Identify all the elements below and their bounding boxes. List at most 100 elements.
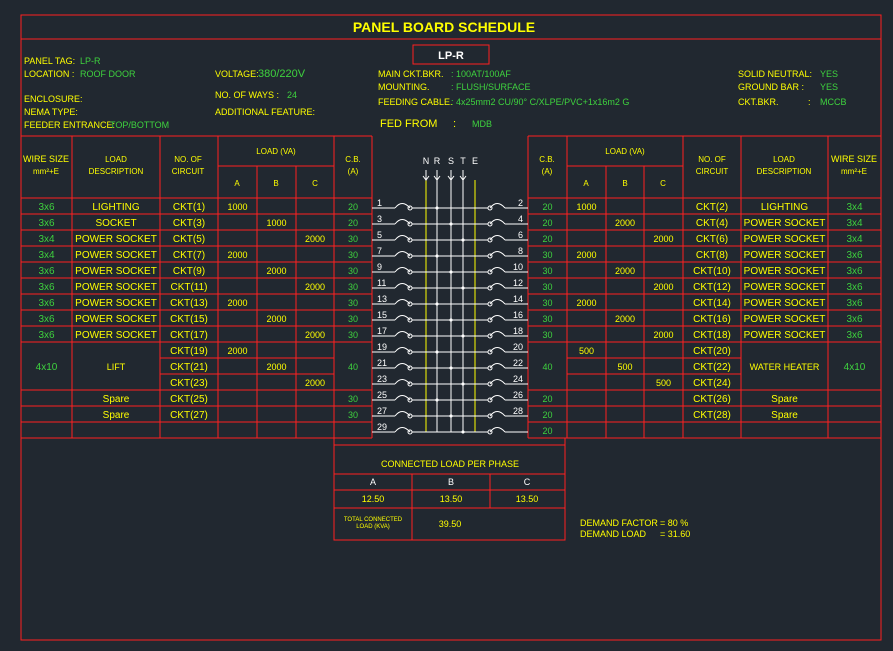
- left-wire-cell: 3x4: [38, 234, 55, 245]
- left-circuit-number: 21: [377, 358, 387, 368]
- right-load-desc-header-1: LOAD: [773, 155, 795, 164]
- right-ckt-cell: CKT(6): [696, 234, 728, 245]
- left-cb-cell: 30: [348, 282, 358, 292]
- right-tap-dot: [435, 254, 439, 258]
- right-tap-dot: [449, 366, 453, 370]
- right-cb-cell: 20: [542, 394, 552, 404]
- left-wire-cell: 3x6: [38, 202, 55, 213]
- right-cb-cell: 20: [542, 218, 552, 228]
- total-connected-value: 39.50: [439, 519, 462, 529]
- right-ckt-cell: CKT(18): [693, 330, 731, 341]
- left-c-cell: 2000: [305, 330, 325, 340]
- voltage-label: VOLTAGE:: [215, 69, 259, 79]
- right-tap-dot: [461, 382, 465, 386]
- right-circuit-number: 26: [513, 390, 523, 400]
- right-cb-cell: 30: [542, 266, 552, 276]
- additional-feature-label: ADDITIONAL FEATURE:: [215, 107, 315, 117]
- left-desc-cell: POWER SOCKET: [75, 282, 157, 293]
- right-desc-cell: POWER SOCKET: [744, 250, 826, 261]
- left-no-of-header-1: NO. OF: [174, 155, 202, 164]
- right-wire-cell: 3x6: [846, 330, 863, 341]
- demand-factor-label: DEMAND FACTOR: [580, 518, 658, 528]
- ground-bar-value: YES: [820, 82, 838, 92]
- right-phase-b-header: B: [622, 179, 627, 188]
- left-ckt-cell: CKT(21): [170, 362, 208, 373]
- left-circuit-number: 3: [377, 214, 382, 224]
- right-b-cell: 2000: [615, 218, 635, 228]
- right-tap-dot: [449, 270, 453, 274]
- feeding-cable-label: FEEDING CABLE.: [378, 97, 453, 107]
- right-wire-cell: 3x4: [846, 218, 863, 229]
- right-circuit-number: 12: [513, 278, 523, 288]
- left-ckt-cell: CKT(23): [170, 378, 208, 389]
- right-circuit-table: 3x4 LIGHTING 20 CKT(2) 1000 3x4 POWER SOCKET 20…: [542, 202, 865, 436]
- right-circuit-number: 28: [513, 406, 523, 416]
- fed-from-label: FED FROM: [380, 118, 437, 130]
- demand-load-value: = 31.60: [660, 529, 690, 539]
- right-cb-cell: 20: [542, 426, 552, 436]
- right-a-cell: 1000: [576, 202, 596, 212]
- left-desc-cell: POWER SOCKET: [75, 330, 157, 341]
- nema-label: NEMA TYPE:: [24, 107, 78, 117]
- left-b-cell: 1000: [266, 218, 286, 228]
- right-wire-unit-header: mm²+E: [841, 167, 867, 176]
- right-tap-dot: [461, 430, 465, 434]
- left-ckt-cell: CKT(25): [170, 394, 208, 405]
- summary-load-b: 13.50: [440, 494, 463, 504]
- solid-neutral-label: SOLID NEUTRAL:: [738, 69, 812, 79]
- left-ckt-cell: CKT(11): [170, 282, 207, 293]
- page-title: PANEL BOARD SCHEDULE: [353, 19, 535, 35]
- left-cb-cell: 30: [348, 298, 358, 308]
- right-no-of-header-2: CIRCUIT: [696, 167, 729, 176]
- left-circuit-number: 17: [377, 326, 387, 336]
- left-wire-cell: 3x6: [38, 330, 55, 341]
- left-cb-cell: 30: [348, 330, 358, 340]
- left-a-cell: 2000: [227, 298, 247, 308]
- right-wire-cell: 3x4: [846, 202, 863, 213]
- left-cb-cell: 30: [348, 250, 358, 260]
- left-ckt-cell: CKT(13): [170, 298, 208, 309]
- summary-title: CONNECTED LOAD PER PHASE: [381, 459, 519, 469]
- right-circuit-number: 22: [513, 358, 523, 368]
- left-desc-cell: SOCKET: [95, 218, 136, 229]
- summary-load-c: 13.50: [516, 494, 539, 504]
- left-wire-size-header: WIRE SIZE: [23, 154, 69, 164]
- left-cb-header-2: (A): [348, 167, 359, 176]
- right-a-cell: 2000: [576, 298, 596, 308]
- left-ckt-cell: CKT(9): [173, 266, 205, 277]
- right-circuit-number: 18: [513, 326, 523, 336]
- left-cb-cell: 30: [348, 234, 358, 244]
- left-circuit-number: 13: [377, 294, 387, 304]
- left-desc-cell: POWER SOCKET: [75, 298, 157, 309]
- summary-phase-a-label: A: [370, 477, 376, 487]
- left-load-desc-header-1: LOAD: [105, 155, 127, 164]
- right-phase-c-header: C: [660, 179, 666, 188]
- left-wire-cell: 3x6: [38, 298, 55, 309]
- right-phase-a-header: A: [583, 179, 589, 188]
- left-desc-cell: POWER SOCKET: [75, 250, 157, 261]
- right-tap-dot: [461, 238, 465, 242]
- main-ckt-bkr-value: : 100AT/100AF: [451, 69, 511, 79]
- left-ckt-cell: CKT(17): [170, 330, 208, 341]
- left-desc-cell: Spare: [103, 394, 130, 405]
- right-circuit-number: 2: [518, 198, 523, 208]
- right-circuit-number: 4: [518, 214, 523, 224]
- right-cb-cell: 30: [542, 282, 552, 292]
- left-circuit-number: 1: [377, 198, 382, 208]
- left-group-wire: 4x10: [36, 362, 58, 373]
- right-group-wire: 4x10: [844, 362, 866, 373]
- ckt-bkr-separator: :: [808, 97, 811, 107]
- right-circuit-number: 24: [513, 374, 523, 384]
- left-desc-cell: Spare: [103, 410, 130, 421]
- right-circuit-number: 16: [513, 310, 523, 320]
- left-phase-b-header: B: [273, 179, 278, 188]
- left-desc-cell: POWER SOCKET: [75, 234, 157, 245]
- left-ckt-cell: CKT(1): [173, 202, 205, 213]
- right-ckt-cell: CKT(2): [696, 202, 728, 213]
- right-ckt-cell: CKT(14): [693, 298, 731, 309]
- left-circuit-number: 19: [377, 342, 387, 352]
- left-load-va-header: LOAD (VA): [256, 147, 296, 156]
- left-circuit-number: 15: [377, 310, 387, 320]
- total-connected-label-2: LOAD (KVA): [356, 524, 390, 530]
- left-b-cell: 2000: [266, 266, 286, 276]
